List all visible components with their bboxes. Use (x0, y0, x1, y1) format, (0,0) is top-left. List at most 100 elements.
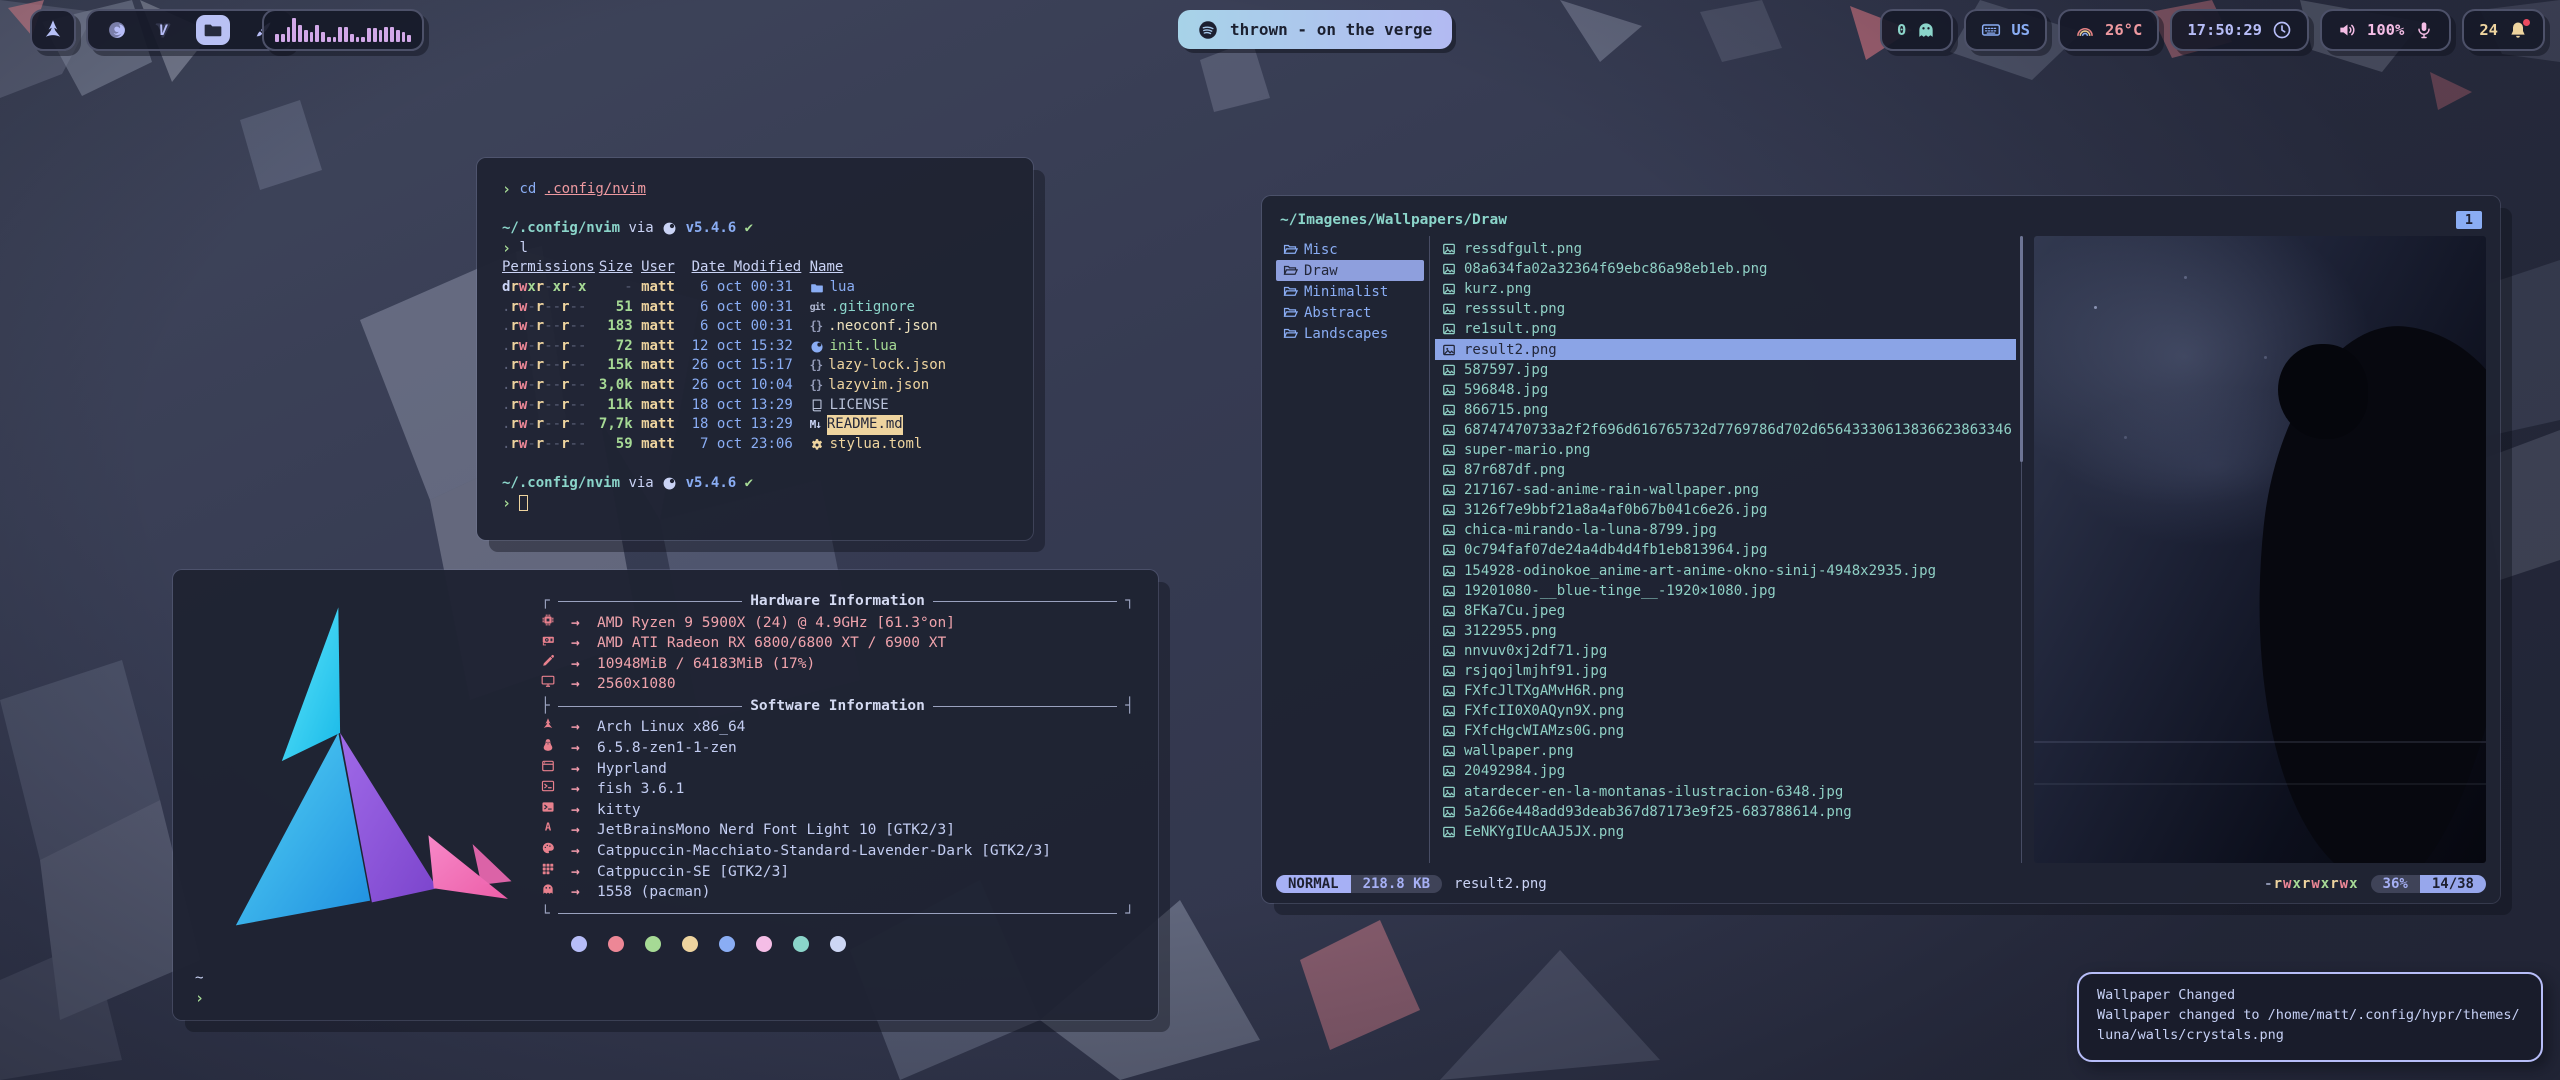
file-list-item[interactable]: atardecer-en-la-montanas-ilustracion-634… (1435, 782, 2016, 802)
file-list-item[interactable]: 87r687df.png (1435, 460, 2016, 480)
dock-vim-button[interactable]: V (150, 17, 176, 43)
fetch-prompt: ~ › (195, 968, 204, 1008)
pane-divider-2 (2021, 236, 2022, 863)
file-list-item[interactable]: 68747470733a2f2f696d616765732d7769786d70… (1435, 420, 2016, 440)
file-list-item[interactable]: 154928-odinokoe_anime-art-anime-okno-sin… (1435, 561, 2016, 581)
pacman-icon (1916, 20, 1936, 40)
palette-dot (830, 936, 846, 952)
sidebar-item-draw[interactable]: Draw (1276, 260, 1424, 281)
file-list-item[interactable]: 596848.jpg (1435, 380, 2016, 400)
file-list-item[interactable]: 3122955.png (1435, 621, 2016, 641)
terminal-prompt-line: › (502, 494, 1008, 514)
file-list-item[interactable]: kurz.png (1435, 279, 2016, 299)
notifications-widget[interactable]: 24 (2462, 9, 2545, 51)
clock-icon (2272, 20, 2292, 40)
file-size: 11k (599, 396, 641, 416)
sidebar-item-abstract[interactable]: Abstract (1276, 302, 1424, 323)
file-list-item[interactable]: 217167-sad-anime-rain-wallpaper.png (1435, 480, 2016, 500)
sidebar-item-minimalist[interactable]: Minimalist (1276, 281, 1424, 302)
scrollbar-thumb[interactable] (2020, 236, 2023, 462)
terminal-window[interactable]: › cd .config/nvim ~/.config/nvim via v5.… (477, 158, 1033, 540)
file-size: 72 (599, 337, 641, 357)
file-list-item[interactable]: 08a634fa02a32364f69ebc86a98eb1eb.png (1435, 259, 2016, 279)
fetch-info-value: 2560x1080 (597, 674, 676, 695)
markdown-icon: M↓ (810, 415, 821, 435)
file-name: 68747470733a2f2f696d616765732d7769786d70… (1464, 422, 2012, 438)
file-name: lua (830, 278, 855, 298)
notification-popup[interactable]: Wallpaper Changed Wallpaper changed to /… (2077, 972, 2543, 1062)
file-list-item[interactable]: 0c794faf07de24a4db4d4fb1eb813964.jpg (1435, 540, 2016, 560)
files-icon (203, 20, 223, 40)
file-list-item[interactable]: EeNKYgIUcAAJ5JX.png (1435, 822, 2016, 842)
file-list-item[interactable]: super-mario.png (1435, 440, 2016, 460)
file-list-item[interactable]: rsjqojlmjhf91.jpg (1435, 661, 2016, 681)
folderOpen-icon (1283, 284, 1298, 299)
file-list-item[interactable]: 20492984.jpg (1435, 761, 2016, 781)
file-date: 6 oct 00:31 (692, 317, 810, 337)
file-list-item[interactable]: nnvuv0xj2df71.jpg (1435, 641, 2016, 661)
file-list-item[interactable]: chica-mirando-la-luna-8799.jpg (1435, 520, 2016, 540)
sidebar-item-misc[interactable]: Misc (1276, 239, 1424, 260)
clock-label: 17:50:29 (2187, 21, 2262, 39)
arch-icon (41, 18, 65, 42)
audio-widget[interactable]: 100% (2320, 9, 2451, 51)
file-size: - (599, 278, 641, 298)
file-permissions: .rw-r--r-- (502, 376, 599, 396)
file-manager-window[interactable]: ~/Imagenes/Wallpapers/Draw 1 MiscDrawMin… (1262, 196, 2500, 903)
hardware-title: Hardware Information (750, 591, 925, 612)
image-icon (1442, 564, 1456, 578)
file-list-item[interactable]: resssult.png (1435, 299, 2016, 319)
updates-label: 0 (1897, 21, 1906, 39)
vim-icon: V (153, 20, 173, 40)
image-icon (1442, 343, 1456, 357)
visualizer-bar (384, 27, 388, 42)
file-name: resssult.png (1464, 301, 1565, 317)
file-size: 7,7k (599, 415, 641, 435)
terminal-cursor[interactable] (519, 495, 528, 511)
updates-widget[interactable]: 0 (1880, 9, 1953, 51)
file-permissions: .rw-r--r-- (502, 337, 599, 357)
weather-widget[interactable]: 26°C (2058, 9, 2159, 51)
file-name: FXfcHgcWIAMzs0G.png (1464, 723, 1624, 739)
file-list-item[interactable]: 587597.jpg (1435, 360, 2016, 380)
image-icon (1442, 664, 1456, 678)
keyboard-layout-widget[interactable]: US (1964, 9, 2047, 51)
cwd-path: ~/.config/nvim (502, 219, 620, 239)
sidebar-item-landscapes[interactable]: Landscapes (1276, 323, 1424, 344)
fetch-info-value: fish 3.6.1 (597, 779, 684, 800)
file-list-item[interactable]: wallpaper.png (1435, 741, 2016, 761)
folderOpen-icon (1283, 242, 1298, 257)
visualizer-bar (275, 34, 279, 43)
file-permissions: -rwxrwxrwx (2264, 876, 2358, 892)
fetch-info-value: 1558 (pacman) (597, 882, 711, 903)
dock-files-button[interactable] (196, 15, 230, 45)
fetch-info-row: →6.5.8-zen1-1-zen (541, 738, 1134, 759)
file-list-item[interactable]: re1sult.png (1435, 319, 2016, 339)
file-permissions: .rw-r--r-- (502, 298, 599, 318)
file-list-item[interactable]: 19201080-__blue-tinge__-1920×1080.jpg (1435, 581, 2016, 601)
file-list-item[interactable]: ressdfgult.png (1435, 239, 2016, 259)
file-list-item[interactable]: 5a266e448add93deab367d87173e9f25-6837886… (1435, 802, 2016, 822)
file-date: 7 oct 23:06 (692, 435, 810, 455)
visualizer-bar (350, 34, 354, 43)
clock-widget[interactable]: 17:50:29 (2170, 9, 2309, 51)
file-list-item[interactable]: FXfcHgcWIAMzs0G.png (1435, 721, 2016, 741)
file-date: 26 oct 15:17 (692, 356, 810, 376)
launcher-button[interactable] (30, 9, 76, 51)
fetch-window[interactable]: ┌ Hardware Information ┐ →AMD Ryzen 9 59… (173, 570, 1158, 1020)
desktop: V thrown - on the verge 0 US 26°C 17:50:29 1… (0, 0, 2560, 1080)
file-name: 587597.jpg (1464, 362, 1548, 378)
file-list-item[interactable]: result2.png (1435, 339, 2016, 359)
file-list-item[interactable]: 866715.png (1435, 400, 2016, 420)
media-widget[interactable]: thrown - on the verge (1178, 10, 1452, 49)
file-list-item[interactable]: FXfcJlTXgAMvH6R.png (1435, 681, 2016, 701)
tab-indicator[interactable]: 1 (2456, 211, 2482, 229)
file-list-item[interactable]: 3126f7e9bbf21a8a4af0b67b041c6e26.jpg (1435, 500, 2016, 520)
file-list-item[interactable]: 8FKa7Cu.jpeg (1435, 601, 2016, 621)
file-name: lazyvim.json (828, 376, 929, 396)
visualizer-bar (315, 25, 319, 42)
file-name: LICENSE (830, 396, 889, 416)
file-list-item[interactable]: FXfcII0X0AQyn9X.png (1435, 701, 2016, 721)
dock-firefox-button[interactable] (104, 17, 130, 43)
fetch-info-value: 10948MiB / 64183MiB (17%) (597, 654, 815, 675)
